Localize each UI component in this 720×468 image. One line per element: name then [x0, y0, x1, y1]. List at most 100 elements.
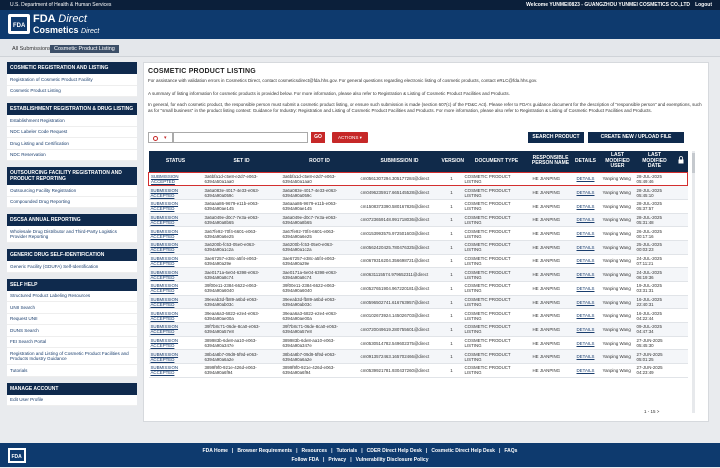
column-header[interactable]: STATUS [148, 151, 203, 172]
breadcrumb-all-submissions[interactable]: All Submissions [8, 45, 55, 53]
cell-status[interactable]: SUBMISSION ACCEPTED [148, 267, 203, 282]
cell-doc: COSMETIC PRODUCT LISTING [462, 308, 531, 324]
column-header[interactable]: LAST MODIFIED DATE [634, 151, 675, 172]
sidebar-item[interactable]: NDC Reservation [7, 150, 137, 161]
sidebar-item[interactable]: UNII Search [7, 302, 137, 314]
sidebar-item[interactable]: FEI Search Portal [7, 337, 137, 348]
cell-details[interactable]: DETAILS [570, 199, 601, 214]
column-header[interactable]: SET ID [202, 151, 281, 172]
cell-status[interactable]: SUBMISSION ACCEPTED [148, 322, 203, 337]
search-icon [153, 136, 158, 141]
cell-details[interactable]: DETAILS [570, 213, 601, 228]
sidebar-item[interactable]: Cosmetic Product Listing [7, 86, 137, 97]
column-header[interactable]: DOCUMENT TYPE [462, 151, 531, 172]
footer-link[interactable]: Privacy [328, 457, 346, 463]
footer-link[interactable]: Tutorials [336, 448, 357, 454]
column-header[interactable]: ROOT ID [280, 151, 359, 172]
cell-status[interactable]: SUBMISSION ACCEPTED [148, 254, 203, 269]
cell-details[interactable]: DETAILS [570, 322, 601, 337]
footer-link[interactable]: Cosmetic Direct Help Desk [431, 448, 495, 454]
cell-details[interactable]: DETAILS [570, 295, 601, 310]
cell-status[interactable]: SUBMISSION ACCEPTED [148, 308, 203, 324]
cell-status[interactable]: SUBMISSION ACCEPTED [148, 349, 203, 365]
sidebar-item[interactable]: Outsourcing Facility Registration [7, 185, 137, 197]
column-header[interactable]: LAST MODIFIED USER [600, 151, 635, 172]
go-button[interactable]: GO [311, 132, 325, 143]
table-scrollbar[interactable] [689, 151, 698, 413]
cell-status[interactable]: SUBMISSION ACCEPTED [148, 363, 203, 378]
footer-link[interactable]: Resources [301, 448, 327, 454]
column-header[interactable]: SUBMISSION ID [358, 151, 441, 172]
sidebar-item[interactable]: NDC Labeler Code Request [7, 127, 137, 138]
row-menu-cell[interactable] [674, 363, 688, 378]
cell-details[interactable]: DETAILS [570, 226, 601, 241]
cell-details[interactable]: DETAILS [570, 185, 601, 200]
sidebar-item[interactable]: Wholesale Drug Distributor and Third-Par… [7, 226, 137, 243]
row-menu-cell[interactable] [674, 185, 688, 200]
sidebar-item[interactable]: Edit User Profile [7, 395, 137, 406]
cell-status[interactable]: SUBMISSION ACCEPTED [148, 226, 203, 241]
lock-icon [674, 151, 688, 172]
sidebar-item[interactable]: Structured Product Labeling Resources [7, 291, 137, 302]
column-header[interactable]: DETAILS [570, 151, 601, 172]
pagination[interactable]: 1 - 15 > [644, 409, 659, 414]
cell-details[interactable]: DETAILS [570, 281, 601, 296]
sidebar-item[interactable]: Request UNII [7, 314, 137, 325]
column-header[interactable]: RESPONSIBLE PERSON NAME [530, 151, 571, 172]
footer-link[interactable]: Vulnerability Disclosure Policy [356, 457, 429, 463]
sidebar-item[interactable]: Tutorials [7, 365, 137, 377]
logout-link[interactable]: Logout [695, 2, 712, 8]
sidebar-item[interactable]: Registration of Cosmetic Product Facilit… [7, 74, 137, 86]
row-menu-cell[interactable] [674, 349, 688, 365]
cell-details[interactable]: DETAILS [570, 171, 601, 187]
sidebar-item[interactable]: Compounded Drug Reporting [7, 197, 137, 208]
row-menu-cell[interactable] [674, 226, 688, 241]
cell-details[interactable]: DETAILS [570, 336, 601, 351]
cell-status[interactable]: SUBMISSION ACCEPTED [148, 185, 203, 200]
cell-details[interactable]: DETAILS [570, 308, 601, 324]
sidebar-item[interactable]: DUNS Search [7, 325, 137, 337]
cell-details[interactable]: DETAILS [570, 254, 601, 269]
row-menu-cell[interactable] [674, 213, 688, 228]
cell-status[interactable]: SUBMISSION ACCEPTED [148, 336, 203, 351]
footer-link[interactable]: CDER Direct Help Desk [367, 448, 422, 454]
cell-details[interactable]: DETAILS [570, 267, 601, 282]
footer-link[interactable]: Follow FDA [291, 457, 319, 463]
row-menu-cell[interactable] [674, 199, 688, 214]
cell-status[interactable]: SUBMISSION ACCEPTED [148, 240, 203, 255]
cell-details[interactable]: DETAILS [570, 363, 601, 378]
cell-status[interactable]: SUBMISSION ACCEPTED [148, 281, 203, 296]
row-menu-cell[interactable] [674, 254, 688, 269]
footer-link[interactable]: FDA Home [203, 448, 228, 454]
fda-logo[interactable]: FDA [8, 14, 30, 34]
row-menu-cell[interactable] [674, 336, 688, 351]
search-product-button[interactable]: SEARCH PRODUCT [528, 132, 584, 143]
sidebar-item[interactable]: Establishment Registration [7, 115, 137, 127]
cell-status[interactable]: SUBMISSION ACCEPTED [148, 171, 203, 187]
cell-details[interactable]: DETAILS [570, 240, 601, 255]
footer-link[interactable]: Browser Requirements [237, 448, 292, 454]
row-menu-cell[interactable] [674, 308, 688, 324]
cell-date: 16-JUL-2025 22:40:31 [634, 295, 675, 310]
cell-details[interactable]: DETAILS [570, 349, 601, 365]
footer-link[interactable]: FAQs [504, 448, 517, 454]
column-header[interactable]: VERSION [440, 151, 464, 172]
search-input[interactable] [173, 132, 308, 143]
cell-status[interactable]: SUBMISSION ACCEPTED [148, 295, 203, 310]
row-menu-cell[interactable] [674, 267, 688, 282]
actions-button[interactable]: ACTIONS ▾ [332, 132, 368, 143]
cell-status[interactable]: SUBMISSION ACCEPTED [148, 199, 203, 214]
table-row: SUBMISSION ACCEPTED 3a67fe92-70f4-6601-e0… [148, 226, 688, 241]
row-menu-cell[interactable] [674, 322, 688, 337]
sidebar-item[interactable]: Drug Listing and Certification [7, 138, 137, 150]
row-menu-cell[interactable] [674, 295, 688, 310]
row-menu-cell[interactable] [674, 240, 688, 255]
row-menu-cell[interactable] [674, 171, 688, 187]
search-column-select[interactable]: ▾ [148, 132, 173, 143]
hhs-label: U.S. Department of Health & Human Servic… [10, 2, 112, 8]
row-menu-cell[interactable] [674, 281, 688, 296]
sidebar-item[interactable]: Generic Facility (GDUFA) Self-Identifica… [7, 261, 137, 273]
cell-status[interactable]: SUBMISSION ACCEPTED [148, 213, 203, 228]
sidebar-item[interactable]: Registration and Listing of Cosmetic Pro… [7, 348, 137, 365]
create-new-upload-button[interactable]: CREATE NEW / UPLOAD FILE [588, 132, 684, 143]
